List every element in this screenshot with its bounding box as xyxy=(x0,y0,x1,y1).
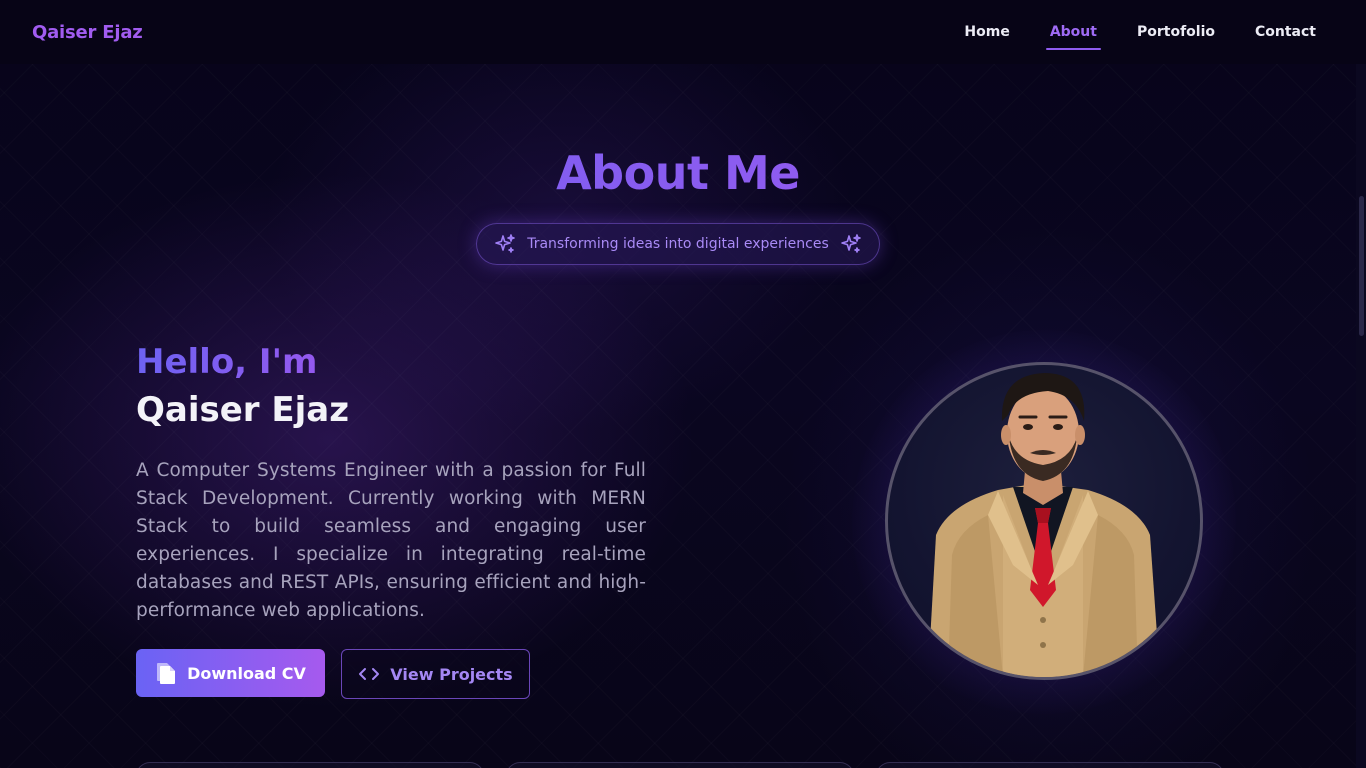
info-card xyxy=(506,762,854,768)
bio-paragraph: A Computer Systems Engineer with a passi… xyxy=(136,460,646,621)
page: Qaiser Ejaz Home About Portofolio Contac… xyxy=(0,0,1366,768)
download-cv-label: Download CV xyxy=(187,663,306,683)
portrait-illustration xyxy=(928,373,1160,677)
scrollbar-thumb[interactable] xyxy=(1359,196,1364,336)
brand-logo[interactable]: Qaiser Ejaz xyxy=(32,22,143,43)
profile-photo xyxy=(885,362,1203,680)
nav-link-about[interactable]: About xyxy=(1045,18,1102,50)
navbar: Qaiser Ejaz Home About Portofolio Contac… xyxy=(0,0,1366,64)
nav-link-portofolio[interactable]: Portofolio xyxy=(1133,18,1219,46)
view-projects-button[interactable]: View Projects xyxy=(341,649,530,699)
sparkle-icon xyxy=(840,234,861,253)
scrollbar[interactable] xyxy=(1356,64,1366,768)
tagline-badge: Transforming ideas into digital experien… xyxy=(476,223,880,265)
hello-heading: Hello, I'm xyxy=(136,342,318,382)
info-card xyxy=(136,762,484,768)
document-icon xyxy=(157,663,176,684)
nav-links: Home About Portofolio Contact xyxy=(960,18,1320,50)
name-heading: Qaiser Ejaz xyxy=(136,390,350,430)
view-projects-label: View Projects xyxy=(390,664,513,684)
tagline-text: Transforming ideas into digital experien… xyxy=(527,236,829,252)
nav-link-contact[interactable]: Contact xyxy=(1251,18,1320,46)
sparkle-icon xyxy=(495,234,516,253)
info-card xyxy=(876,762,1224,768)
page-title: About Me xyxy=(0,146,1356,200)
nav-link-home[interactable]: Home xyxy=(960,18,1013,46)
code-icon xyxy=(359,668,380,680)
download-cv-button[interactable]: Download CV xyxy=(136,649,325,697)
